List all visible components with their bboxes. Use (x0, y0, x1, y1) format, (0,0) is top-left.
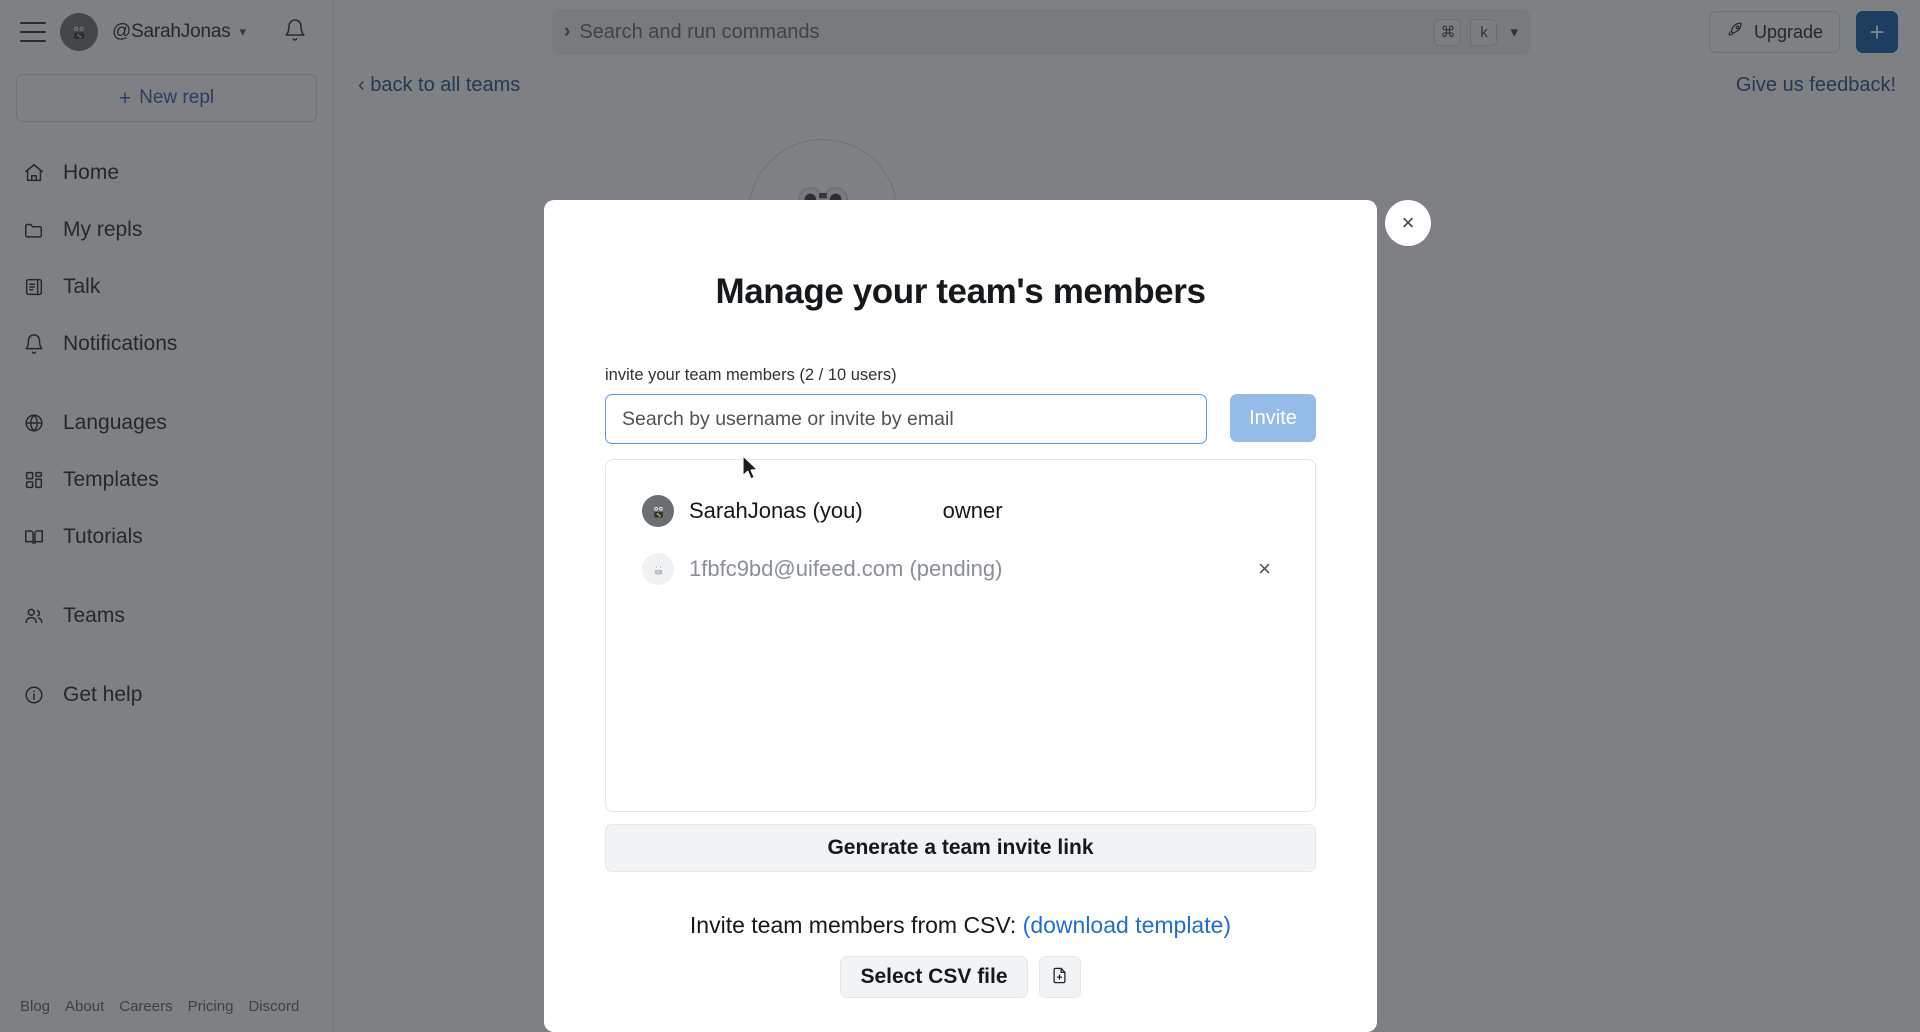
app-root: @SarahJonas ▾ + New repl Home (0, 0, 1920, 1032)
csv-buttons-row: Select CSV file (605, 956, 1316, 998)
csv-label: Invite team members from CSV: (689, 912, 1017, 938)
modal-title: Manage your team's members (715, 272, 1206, 311)
select-csv-file-button[interactable]: Select CSV file (840, 956, 1028, 998)
download-template-link[interactable]: (download template) (1023, 912, 1231, 938)
member-role: owner (942, 498, 1003, 523)
remove-member-icon[interactable]: × (1250, 554, 1279, 584)
member-avatar-icon (642, 495, 674, 527)
invite-button[interactable]: Invite (1230, 394, 1316, 442)
file-add-icon-button[interactable] (1038, 956, 1081, 998)
close-modal-button[interactable]: × (1385, 200, 1431, 246)
invite-row: Invite (605, 394, 1316, 444)
member-name: 1fbfc9bd@uifeed.com (pending) (689, 556, 1003, 581)
file-add-icon (1050, 966, 1069, 988)
members-list-panel: SarahJonas (you) owner 1fbfc9bd@uifeed.c… (605, 459, 1316, 812)
member-name: SarahJonas (you) (689, 498, 863, 523)
invite-field-label: invite your team members (2 / 10 users) (605, 366, 897, 384)
generate-invite-link-button[interactable]: Generate a team invite link (605, 824, 1316, 872)
manage-team-members-modal: Manage your team's members invite your t… (544, 200, 1377, 1032)
member-search-input[interactable] (605, 394, 1207, 444)
member-avatar-icon (642, 553, 674, 585)
table-row: 1fbfc9bd@uifeed.com (pending) × (606, 540, 1315, 598)
table-row: SarahJonas (you) owner (606, 482, 1315, 540)
csv-invite-text: Invite team members from CSV: (download … (605, 912, 1316, 939)
